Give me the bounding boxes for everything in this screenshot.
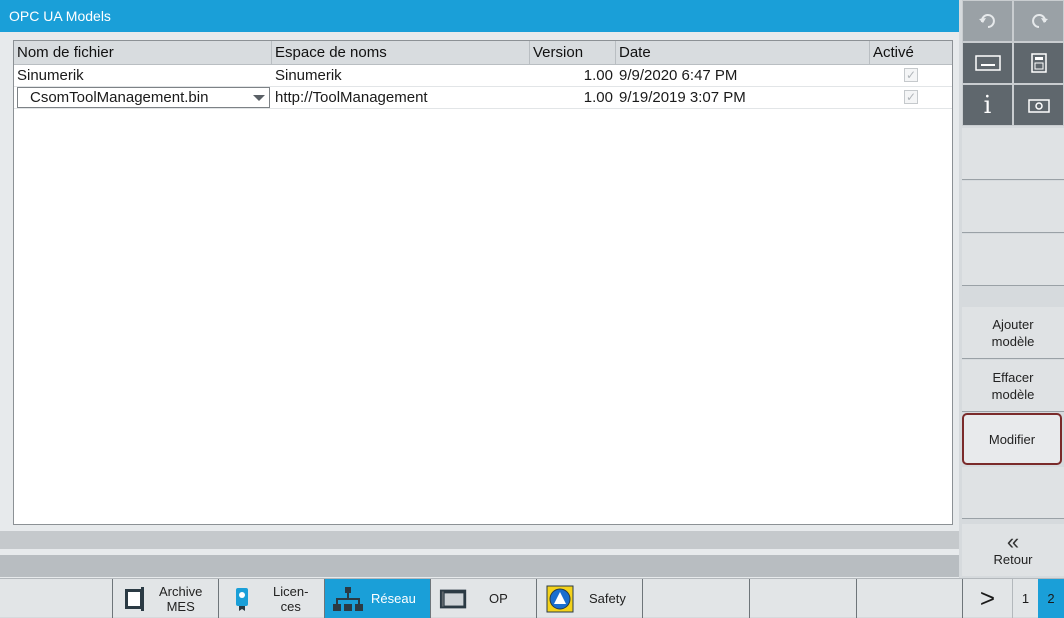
add-model-button[interactable]: Ajouter modèle <box>962 307 1064 359</box>
active-checkbox[interactable]: ✓ <box>904 90 918 104</box>
back-button[interactable]: « Retour <box>962 524 1064 576</box>
vertical-softkeys: i Ajouter modèle Effacer modèle Modifier… <box>962 0 1064 578</box>
page-2-button[interactable]: 2 <box>1038 579 1064 618</box>
safety-icon <box>545 584 575 614</box>
softkey-empty-2[interactable] <box>962 181 1064 233</box>
archive-label-2: MES <box>166 598 195 614</box>
safety-label: Safety <box>589 591 626 606</box>
col-version[interactable]: Version <box>530 41 616 65</box>
filename-dropdown[interactable]: CsomToolManagement.bin <box>17 87 270 108</box>
modify-button[interactable]: Modifier <box>962 413 1062 465</box>
active-checkbox[interactable]: ✓ <box>904 68 918 82</box>
license-icon <box>227 584 257 614</box>
reseau-label: Réseau <box>371 591 416 606</box>
delete-model-button[interactable]: Effacer modèle <box>962 360 1064 412</box>
cell-version: 1.00 <box>583 67 613 84</box>
message-bar <box>0 555 959 577</box>
undo-icon[interactable] <box>962 0 1013 42</box>
next-page-button[interactable]: > <box>962 579 1012 618</box>
op-icon <box>439 584 469 614</box>
modify-label: Modifier <box>988 431 1036 447</box>
add-model-label-1: Ajouter <box>992 316 1034 332</box>
info-icon[interactable]: i <box>962 84 1013 126</box>
delete-model-label-1: Effacer <box>992 369 1034 385</box>
calculator-icon[interactable] <box>1013 42 1064 84</box>
licences-label-1: Licen- <box>273 583 309 599</box>
table-row[interactable]: Sinumerik Sinumerik 1.00 9/9/2020 6:47 P… <box>14 65 952 87</box>
licences-button[interactable]: Licen- ces <box>218 579 324 618</box>
licences-label-2: ces <box>280 598 301 614</box>
hsoftkey-empty-3[interactable] <box>856 579 962 618</box>
hsoftkey-empty-2[interactable] <box>749 579 856 618</box>
archive-mes-button[interactable]: Archive MES <box>112 579 218 618</box>
status-bar <box>0 531 959 549</box>
delete-model-label-2: modèle <box>991 386 1035 402</box>
op-button[interactable]: OP <box>430 579 536 618</box>
table-header: Nom de fichier Espace de noms Version Da… <box>14 41 952 65</box>
cell-version: 1.00 <box>583 89 613 106</box>
keyboard-icon[interactable] <box>962 42 1013 84</box>
cell-namespace: http://ToolManagement <box>275 89 428 106</box>
softkey-empty-1[interactable] <box>962 128 1064 180</box>
window-title: OPC UA Models <box>0 0 959 32</box>
cell-filename: CsomToolManagement.bin <box>14 87 272 108</box>
col-filename[interactable]: Nom de fichier <box>14 41 272 65</box>
op-label: OP <box>489 591 508 606</box>
col-namespace[interactable]: Espace de noms <box>272 41 530 65</box>
reseau-button[interactable]: Réseau <box>324 579 430 618</box>
horizontal-softkeys: Archive MES Licen- ces Réseau OP Safety … <box>0 578 1064 618</box>
chevron-down-icon <box>253 95 265 101</box>
dropdown-value: CsomToolManagement.bin <box>30 89 209 106</box>
cell-date: 9/19/2019 3:07 PM <box>619 89 746 106</box>
cell-date: 9/9/2020 6:47 PM <box>619 67 738 84</box>
archive-icon <box>121 584 151 614</box>
softkey-empty-4[interactable] <box>962 467 1064 519</box>
double-chevron-left-icon: « <box>1006 528 1020 554</box>
table-row[interactable]: CsomToolManagement.bin http://ToolManage… <box>14 87 952 109</box>
col-date[interactable]: Date <box>616 41 870 65</box>
back-label: Retour <box>993 551 1033 567</box>
redo-icon[interactable] <box>1013 0 1064 42</box>
cell-namespace: Sinumerik <box>275 67 342 84</box>
col-active[interactable]: Activé <box>870 41 952 65</box>
archive-label-1: Archive <box>159 583 203 599</box>
main-panel: Nom de fichier Espace de noms Version Da… <box>0 32 959 578</box>
cell-active: ✓ <box>870 87 952 108</box>
cell-active: ✓ <box>870 65 952 86</box>
cell-filename: Sinumerik <box>17 67 84 84</box>
hsoftkey-empty-1[interactable] <box>642 579 749 618</box>
models-table: Nom de fichier Espace de noms Version Da… <box>13 40 953 525</box>
page-1-button[interactable]: 1 <box>1012 579 1038 618</box>
safety-button[interactable]: Safety <box>536 579 642 618</box>
network-icon <box>333 584 363 614</box>
camera-icon[interactable] <box>1013 84 1064 126</box>
softkey-empty-3[interactable] <box>962 234 1064 286</box>
add-model-label-2: modèle <box>991 333 1035 349</box>
